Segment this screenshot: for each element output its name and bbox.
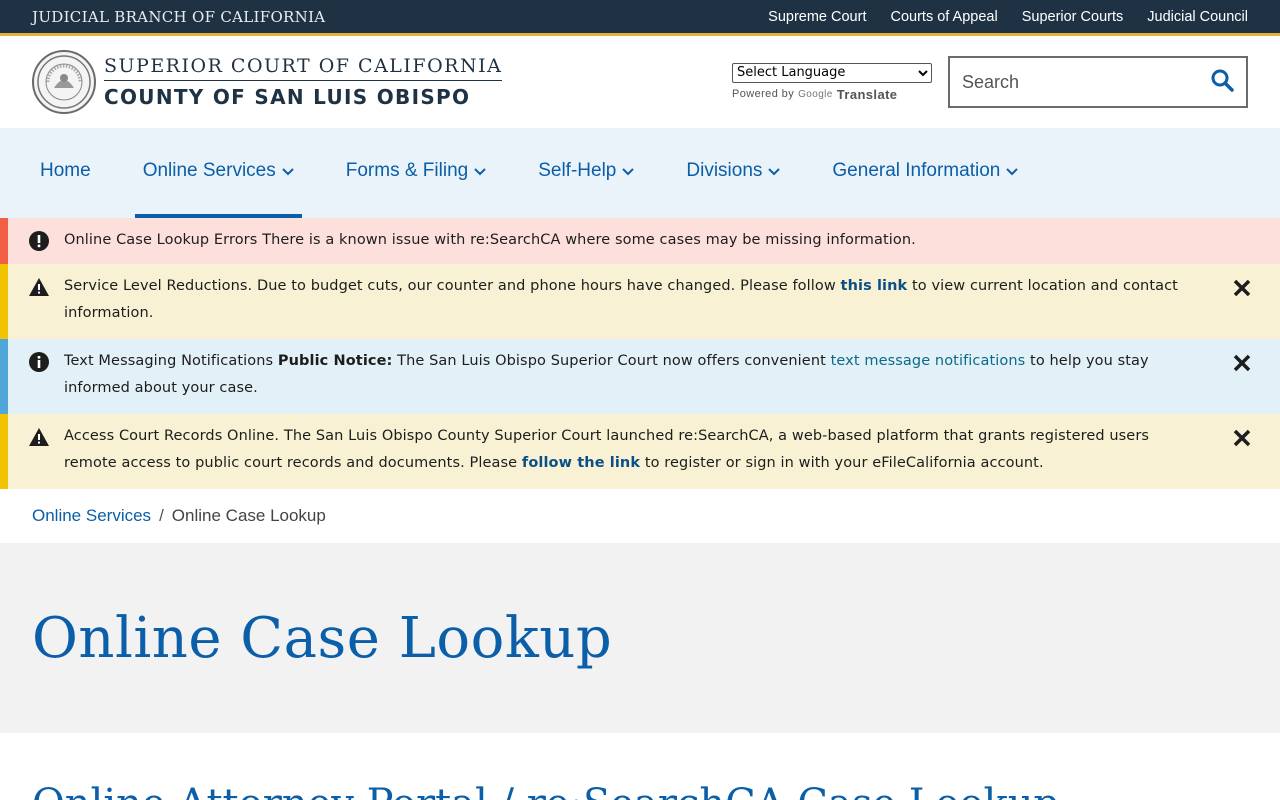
court-logo[interactable]: SUPERIOR COURT OF CALIFORNIA COUNTY OF S… <box>32 50 503 114</box>
alert-warning-records: Access Court Records Online. The San Lui… <box>0 414 1280 489</box>
breadcrumb-current: Online Case Lookup <box>171 506 326 525</box>
nav-item-divisions[interactable]: Divisions <box>678 128 788 218</box>
this-link[interactable]: this link <box>841 278 908 294</box>
site-search <box>948 56 1248 108</box>
alert-info-text: Text Messaging Notifications Public Noti… <box>64 353 1149 396</box>
google-translate: Select Language Powered by Google Transl… <box>732 62 932 102</box>
chevron-down-icon <box>474 165 486 179</box>
warning-triangle-icon <box>28 276 50 298</box>
close-icon[interactable] <box>1232 428 1252 448</box>
close-icon[interactable] <box>1232 278 1252 298</box>
page-hero: Online Case Lookup <box>0 543 1280 733</box>
utility-link-superior-courts[interactable]: Superior Courts <box>1022 9 1124 25</box>
chevron-down-icon <box>1006 165 1019 179</box>
nav-item-self-help[interactable]: Self-Help <box>530 128 642 218</box>
nav-item-home[interactable]: Home <box>32 128 99 218</box>
utility-bar: JUDICIAL BRANCH OF CALIFORNIA Supreme Co… <box>0 0 1280 36</box>
text-message-notifications-link[interactable]: text message notifications <box>831 353 1026 369</box>
breadcrumb-online-services[interactable]: Online Services <box>32 506 151 526</box>
warning-triangle-icon <box>28 426 50 448</box>
google-logo-icon: Google <box>798 88 833 100</box>
powered-by-google: Powered by Google Translate <box>732 86 898 102</box>
logo-title-line2: COUNTY OF SAN LUIS OBISPO <box>104 85 471 109</box>
chevron-down-icon <box>768 165 781 179</box>
utility-link-judicial-council[interactable]: Judicial Council <box>1147 9 1248 25</box>
alert-info-text-messaging: Text Messaging Notifications Public Noti… <box>0 339 1280 414</box>
main-navigation: Home Online Services Forms & Filing Self… <box>0 128 1280 218</box>
info-circle-icon <box>28 351 50 373</box>
alert-error: Online Case Lookup Errors There is a kno… <box>0 218 1280 264</box>
nav-item-forms-filing[interactable]: Forms & Filing <box>338 128 494 218</box>
alert-warning-service-text: Service Level Reductions. Due to budget … <box>64 278 1178 321</box>
chevron-down-icon <box>282 165 294 179</box>
section-heading: Online Attorney Portal / re:SearchCA Cas… <box>0 733 1280 800</box>
breadcrumb-separator: / <box>159 506 164 525</box>
judicial-branch-label[interactable]: JUDICIAL BRANCH OF CALIFORNIA <box>32 8 325 26</box>
utility-link-supreme-court[interactable]: Supreme Court <box>768 9 866 25</box>
site-header: SUPERIOR COURT OF CALIFORNIA COUNTY OF S… <box>0 36 1280 128</box>
breadcrumb: Online Services / Online Case Lookup <box>0 489 1280 543</box>
follow-the-link[interactable]: follow the link <box>522 455 640 471</box>
utility-link-courts-of-appeal[interactable]: Courts of Appeal <box>890 9 997 25</box>
nav-item-general-information[interactable]: General Information <box>824 128 1026 218</box>
chevron-down-icon <box>622 165 635 179</box>
logo-title-line1: SUPERIOR COURT OF CALIFORNIA <box>104 55 503 81</box>
language-select[interactable]: Select Language <box>732 62 932 83</box>
nav-item-online-services[interactable]: Online Services <box>134 128 302 218</box>
court-seal-icon <box>32 50 96 114</box>
search-input[interactable] <box>962 71 1182 93</box>
alert-error-text: Online Case Lookup Errors There is a kno… <box>64 232 916 248</box>
exclamation-circle-icon <box>28 230 50 252</box>
alert-warning-records-text: Access Court Records Online. The San Lui… <box>64 428 1150 471</box>
close-icon[interactable] <box>1232 353 1252 373</box>
page-title: Online Case Lookup <box>32 605 613 671</box>
search-icon[interactable] <box>1210 68 1234 97</box>
alert-warning-service: Service Level Reductions. Due to budget … <box>0 264 1280 339</box>
utility-nav: Supreme Court Courts of Appeal Superior … <box>768 9 1248 25</box>
